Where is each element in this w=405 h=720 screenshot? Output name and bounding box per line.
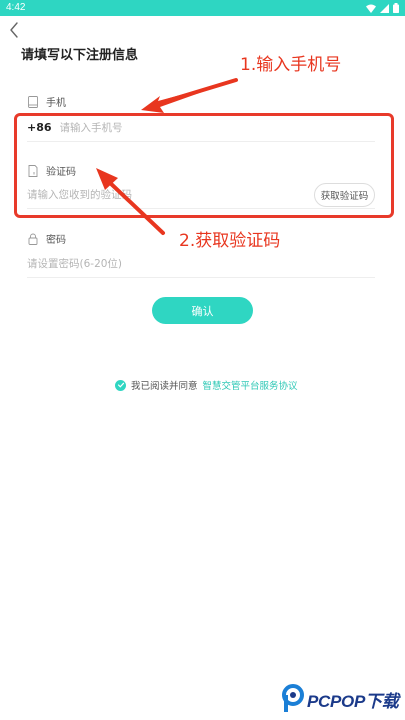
annotation-step1: 1.输入手机号 — [240, 55, 342, 75]
watermark-brand: PCPOP下载 — [307, 691, 399, 711]
watermark: PCPOP下载 — [282, 684, 399, 714]
pcpop-logo-icon — [282, 684, 304, 712]
annotation-step2: 2.获取验证码 — [179, 231, 281, 251]
annotation-arrow-2 — [96, 168, 165, 235]
